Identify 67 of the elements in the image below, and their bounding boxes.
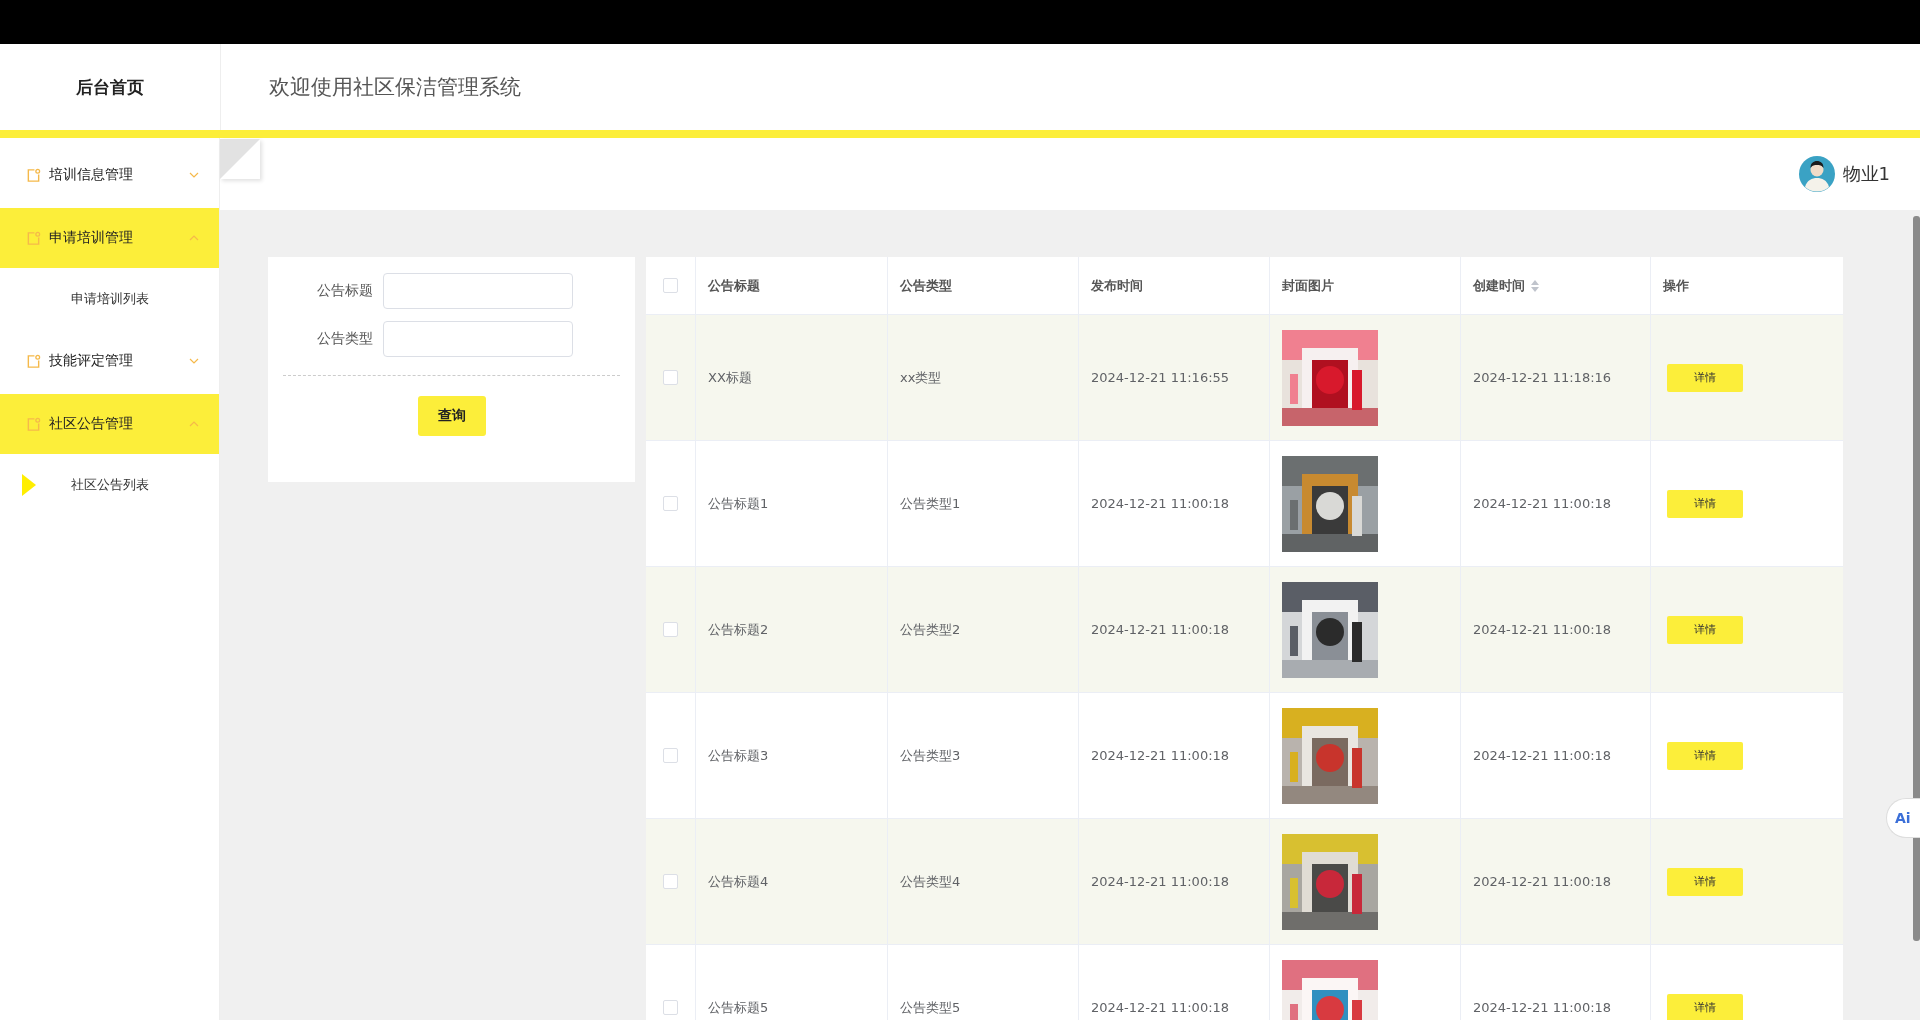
welcome-title: 欢迎使用社区保洁管理系统 [269,74,521,101]
table-cell: 公告标题5 [708,998,769,1017]
column-header[interactable]: 创建时间 [1473,276,1539,295]
detail-button[interactable]: 详情 [1667,867,1743,896]
table-cell: 公告标题3 [708,746,769,765]
submenu-item[interactable]: 申请培训列表 [70,290,149,308]
user-name[interactable]: 物业1 [1842,162,1890,186]
checkbox[interactable] [663,370,678,385]
column-header: 封面图片 [1282,276,1334,295]
table-cell: 2024-12-21 11:00:18 [1473,622,1612,637]
table-cell: 公告标题1 [708,494,769,513]
table-cell: 2024-12-21 11:00:18 [1091,874,1230,889]
checkbox[interactable] [663,748,678,763]
sort-icon[interactable] [1531,279,1539,292]
checkbox[interactable] [663,622,678,637]
table-cell: 公告类型2 [900,620,961,639]
submenu-item[interactable]: 社区公告列表 [70,476,149,494]
column-header: 操作 [1663,276,1689,295]
note-icon [26,167,41,183]
table-cell: 2024-12-21 11:00:18 [1473,496,1612,511]
table-cell: 公告类型4 [900,872,961,891]
input-field[interactable] [383,321,573,357]
menu-item[interactable]: 培训信息管理 [0,144,219,206]
checkbox[interactable] [663,496,678,511]
table-cell: 2024-12-21 11:16:55 [1091,370,1230,385]
menu-item[interactable]: 社区公告管理 [0,394,219,454]
table-cell: 2024-12-21 11:00:18 [1091,748,1230,763]
detail-button[interactable]: 详情 [1667,615,1743,644]
column-header: 发布时间 [1091,276,1143,295]
table-cell: 公告类型1 [900,494,961,513]
detail-button[interactable]: 详情 [1667,363,1743,392]
input-field[interactable] [383,273,573,309]
chevron-down-icon [189,358,199,364]
table-cell: 公告类型3 [900,746,961,765]
menu-item[interactable]: 申请培训管理 [0,208,219,268]
note-icon [26,416,41,432]
table-cell: 2024-12-21 11:00:18 [1473,748,1612,763]
detail-button[interactable]: 详情 [1667,489,1743,518]
scrollbar[interactable] [1913,216,1920,941]
table-cell: 2024-12-21 11:00:18 [1473,1000,1612,1015]
table-cell: 2024-12-21 11:00:18 [1091,496,1230,511]
search-button[interactable]: 查询 [417,396,486,436]
note-icon [26,230,41,246]
detail-button[interactable]: 详情 [1667,993,1743,1020]
checkbox[interactable] [663,874,678,889]
column-header: 公告类型 [900,276,952,295]
table-cell: 2024-12-21 11:00:18 [1473,874,1612,889]
table-cell: 2024-12-21 11:00:18 [1091,622,1230,637]
table-cell: 2024-12-21 11:00:18 [1091,1000,1230,1015]
field-label: 公告标题 [316,282,374,300]
table-cell: XX标题 [708,368,752,387]
column-header: 公告标题 [708,276,760,295]
table-cell: 公告标题2 [708,620,769,639]
table-cell: 公告标题4 [708,872,769,891]
avatar-icon[interactable] [1798,156,1835,192]
detail-button[interactable]: 详情 [1667,741,1743,770]
note-icon [26,353,41,369]
table-cell: xx类型 [900,368,942,387]
menu-item[interactable]: 技能评定管理 [0,330,219,392]
table-cell: 2024-12-21 11:18:16 [1473,370,1612,385]
table-cell: 公告类型5 [900,998,961,1017]
chevron-up-icon [189,421,199,427]
checkbox[interactable] [663,1000,678,1015]
chevron-up-icon [189,235,199,241]
chevron-down-icon [189,172,199,178]
checkbox[interactable] [663,278,678,293]
field-label: 公告类型 [316,330,374,348]
